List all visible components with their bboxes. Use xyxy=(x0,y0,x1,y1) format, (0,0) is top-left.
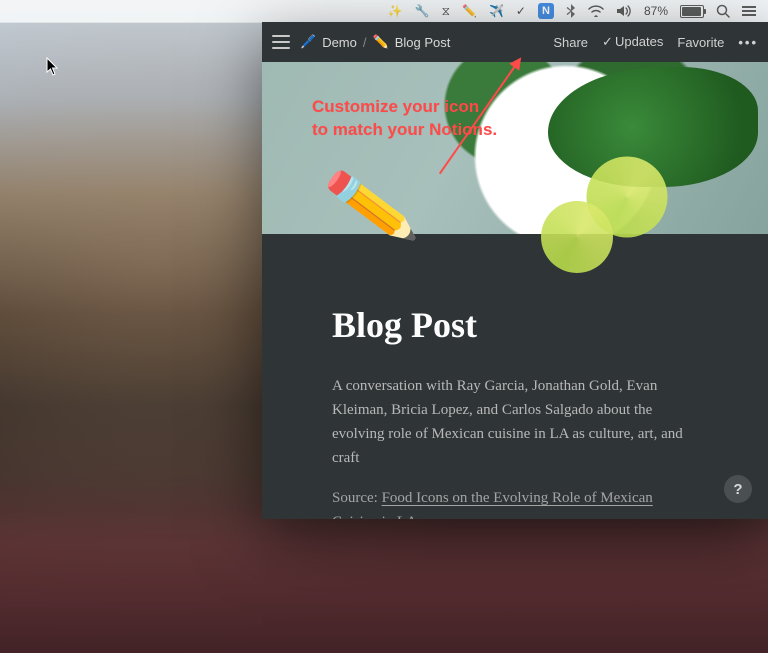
n-app-icon[interactable]: N xyxy=(538,3,554,19)
breadcrumb-page[interactable]: Blog Post xyxy=(395,35,451,50)
battery-percent: 87% xyxy=(644,0,668,22)
spotlight-search-icon[interactable] xyxy=(716,0,730,22)
breadcrumb-workspace-icon: 🖊️ xyxy=(300,34,316,50)
page-content: Blog Post A conversation with Ray Garcia… xyxy=(262,234,768,519)
battery-icon[interactable] xyxy=(680,0,704,22)
wrench-icon[interactable]: 🔧 xyxy=(415,0,430,22)
breadcrumb-page-icon: ✏️ xyxy=(373,34,389,50)
favorite-button[interactable]: Favorite xyxy=(677,35,724,50)
annotation-text: Customize your icon to match your Notion… xyxy=(312,96,497,142)
wifi-icon[interactable] xyxy=(588,0,604,22)
macos-menubar: ✨ 🔧 ⧖ ✏️ ✈️ ✓ N 87% xyxy=(0,0,768,23)
check-icon[interactable]: ✓ xyxy=(516,0,526,22)
notion-window: 🖊️ Demo / ✏️ Blog Post Share ✓Updates Fa… xyxy=(262,22,768,519)
source-label: Source: xyxy=(332,490,382,506)
pencil-icon[interactable]: ✏️ xyxy=(462,0,477,22)
intro-paragraph[interactable]: A conversation with Ray Garcia, Jonathan… xyxy=(332,374,698,470)
breadcrumb-workspace[interactable]: Demo xyxy=(322,35,357,50)
source-line: Source: Food Icons on the Evolving Role … xyxy=(332,486,698,519)
help-button[interactable]: ? xyxy=(724,475,752,503)
updates-button[interactable]: ✓Updates xyxy=(602,34,663,50)
sidebar-toggle-icon[interactable] xyxy=(272,35,290,49)
page-title[interactable]: Blog Post xyxy=(332,304,698,346)
breadcrumb-separator: / xyxy=(363,35,367,50)
page-icon[interactable]: ✏️ xyxy=(322,167,408,253)
wand-icon[interactable]: ✨ xyxy=(388,0,403,22)
airplane-icon[interactable]: ✈️ xyxy=(489,0,504,22)
more-menu-icon[interactable]: ••• xyxy=(738,35,758,50)
volume-icon[interactable] xyxy=(616,0,632,22)
control-center-icon[interactable] xyxy=(742,0,756,22)
share-button[interactable]: Share xyxy=(553,35,588,50)
bowtie-icon[interactable]: ⧖ xyxy=(442,0,450,22)
bluetooth-icon[interactable] xyxy=(566,0,576,22)
breadcrumb[interactable]: 🖊️ Demo / ✏️ Blog Post xyxy=(300,34,450,50)
